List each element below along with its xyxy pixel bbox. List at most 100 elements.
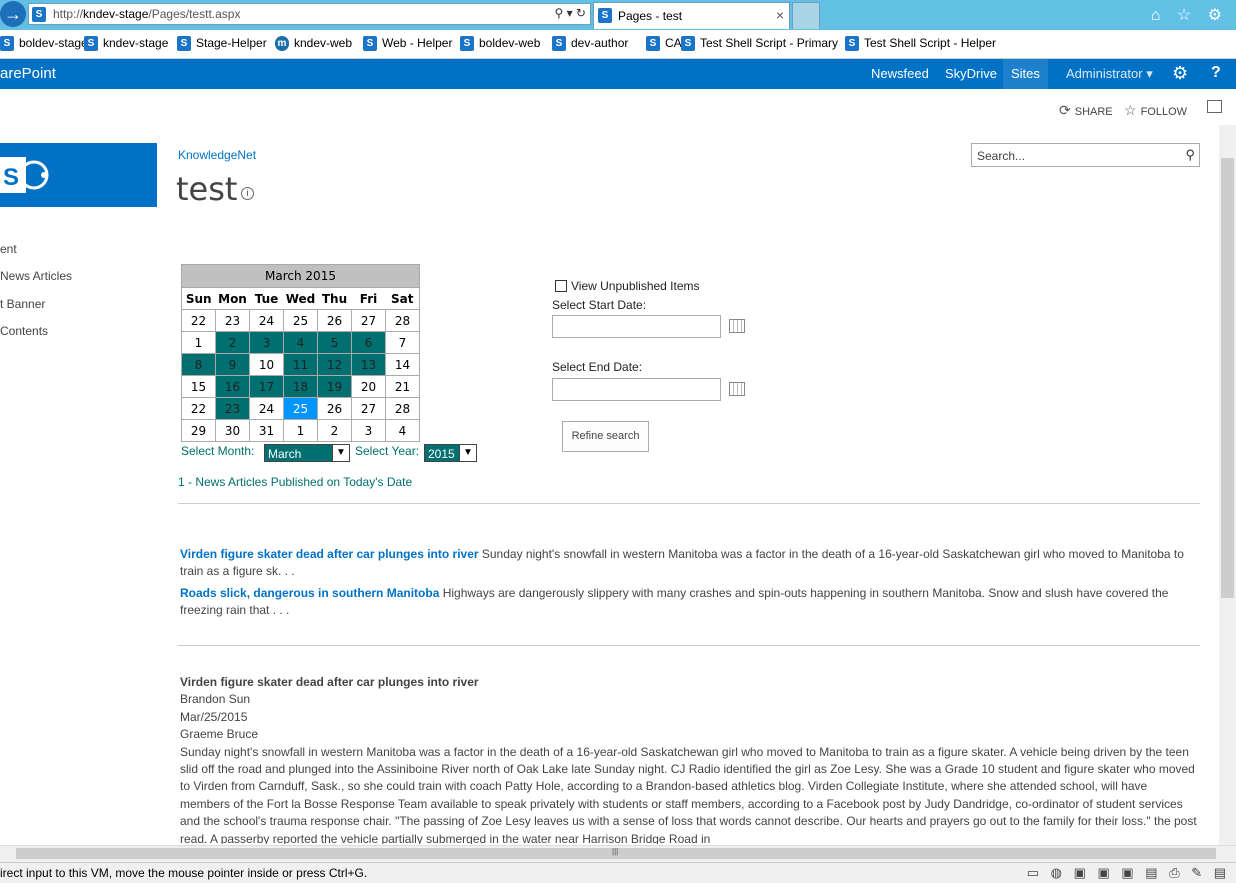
- calendar-icon[interactable]: [729, 319, 745, 333]
- month-select[interactable]: March ▼: [264, 444, 350, 462]
- calendar-day[interactable]: 10: [249, 353, 284, 376]
- quick-launch-item[interactable]: ent: [0, 242, 17, 256]
- breadcrumb[interactable]: KnowledgeNet: [178, 148, 256, 162]
- info-icon[interactable]: i: [241, 187, 254, 200]
- calendar-day[interactable]: 26: [317, 397, 352, 420]
- calendar-day[interactable]: 17: [249, 375, 284, 398]
- calendar-day[interactable]: 28: [385, 309, 420, 332]
- address-controls[interactable]: ⚲ ▾ ↻: [554, 6, 586, 20]
- quick-launch-item[interactable]: t Banner: [0, 297, 45, 311]
- refine-search-button[interactable]: Refine search: [562, 421, 649, 452]
- new-tab-button[interactable]: [792, 2, 820, 29]
- search-box[interactable]: Search... ⚲: [971, 143, 1200, 167]
- article-title-link[interactable]: Virden figure skater dead after car plun…: [180, 547, 479, 561]
- calendar-day[interactable]: 2: [215, 331, 250, 354]
- favorite-link[interactable]: Sdev-author: [552, 36, 628, 52]
- tray-icons[interactable]: ▭ ◍ ▣ ▣ ▣ ▤ ⎙ ✎ ▤: [1027, 865, 1230, 881]
- calendar-day[interactable]: 22: [181, 309, 216, 332]
- tab-pages-test[interactable]: S Pages - test ×: [593, 2, 790, 29]
- end-date-field[interactable]: [552, 378, 721, 401]
- suite-link-sites[interactable]: Sites: [1003, 59, 1048, 89]
- calendar-day[interactable]: 27: [351, 397, 386, 420]
- favorite-link[interactable]: S Test Shell Script - Primary: [681, 36, 838, 52]
- calendar-day[interactable]: 1: [181, 331, 216, 354]
- favorite-link[interactable]: S CA: [646, 36, 682, 52]
- web-favicon-icon: m: [275, 36, 289, 52]
- suite-link-newsfeed[interactable]: Newsfeed: [871, 66, 929, 81]
- browser-toolbar-icons[interactable]: ⌂ ☆ ⚙: [1151, 5, 1228, 25]
- tab-title: Pages - test: [618, 9, 683, 23]
- calendar-day[interactable]: 15: [181, 375, 216, 398]
- calendar-day[interactable]: 12: [317, 353, 352, 376]
- calendar-day[interactable]: 4: [385, 419, 420, 442]
- calendar-day[interactable]: 30: [215, 419, 250, 442]
- calendar-day[interactable]: 3: [249, 331, 284, 354]
- calendar-day[interactable]: 28: [385, 397, 420, 420]
- calendar-day[interactable]: 19: [317, 375, 352, 398]
- calendar-day[interactable]: 5: [317, 331, 352, 354]
- focus-content-icon[interactable]: [1207, 100, 1222, 113]
- article-title-link[interactable]: Roads slick, dangerous in southern Manit…: [180, 586, 439, 600]
- user-menu[interactable]: Administrator ▾: [1066, 66, 1153, 82]
- chevron-down-icon[interactable]: ▼: [332, 445, 349, 461]
- search-icon[interactable]: ⚲: [1185, 147, 1195, 163]
- gear-icon[interactable]: ⚙: [1172, 63, 1188, 84]
- favorite-link[interactable]: S Stage-Helper: [177, 36, 267, 52]
- follow-button[interactable]: ☆ FOLLOW: [1124, 102, 1187, 119]
- calendar-day[interactable]: 24: [249, 309, 284, 332]
- view-unpublished-checkbox[interactable]: [555, 280, 567, 292]
- back-arrow-icon[interactable]: →: [0, 1, 26, 27]
- favorite-link[interactable]: Skndev-stage: [84, 36, 168, 52]
- calendar-day[interactable]: 23: [215, 397, 250, 420]
- calendar-day[interactable]: 1: [283, 419, 318, 442]
- vertical-scrollbar[interactable]: [1219, 125, 1236, 845]
- address-bar[interactable]: S http://kndev-stage/Pages/testt.aspx ⚲ …: [28, 3, 591, 25]
- calendar-day[interactable]: 23: [215, 309, 250, 332]
- chevron-down-icon[interactable]: ▼: [459, 445, 476, 461]
- calendar-day[interactable]: 24: [249, 397, 284, 420]
- favorite-link[interactable]: Sboldev-web: [460, 36, 540, 52]
- news-today-link[interactable]: 1 - News Articles Published on Today's D…: [178, 475, 412, 489]
- address-url[interactable]: http://kndev-stage/Pages/testt.aspx: [53, 7, 240, 21]
- calendar-day[interactable]: 11: [283, 353, 318, 376]
- calendar-day[interactable]: 16: [215, 375, 250, 398]
- favorite-link[interactable]: m kndev-web: [275, 36, 352, 52]
- suite-brand[interactable]: arePoint: [0, 65, 56, 82]
- calendar-day[interactable]: 6: [351, 331, 386, 354]
- calendar-day[interactable]: 27: [351, 309, 386, 332]
- start-date-field[interactable]: [552, 315, 721, 338]
- close-icon[interactable]: ×: [776, 7, 784, 23]
- quick-launch-item[interactable]: News Articles: [0, 269, 72, 283]
- share-button[interactable]: ⟳ SHARE: [1059, 102, 1113, 119]
- calendar-day[interactable]: 3: [351, 419, 386, 442]
- calendar-day[interactable]: 20: [351, 375, 386, 398]
- calendar-day[interactable]: 22: [181, 397, 216, 420]
- search-input[interactable]: Search...: [977, 149, 1025, 163]
- calendar-day[interactable]: 2: [317, 419, 352, 442]
- favorite-link[interactable]: S Test Shell Script - Helper: [845, 36, 996, 52]
- suite-link-skydrive[interactable]: SkyDrive: [945, 66, 997, 81]
- calendar-day[interactable]: 29: [181, 419, 216, 442]
- favorite-link[interactable]: Sboldev-stage: [0, 36, 88, 52]
- quick-launch-item[interactable]: Contents: [0, 324, 48, 338]
- scroll-thumb[interactable]: [1221, 158, 1234, 598]
- calendar-icon[interactable]: [729, 382, 745, 396]
- calendar-day[interactable]: 7: [385, 331, 420, 354]
- horizontal-scrollbar[interactable]: |||: [0, 845, 1236, 862]
- calendar-day[interactable]: 14: [385, 353, 420, 376]
- calendar-day[interactable]: 18: [283, 375, 318, 398]
- calendar-day[interactable]: 25: [283, 309, 318, 332]
- calendar-day[interactable]: 4: [283, 331, 318, 354]
- help-icon[interactable]: ?: [1211, 64, 1221, 82]
- calendar-day-today[interactable]: 25: [283, 397, 318, 420]
- calendar-day[interactable]: 31: [249, 419, 284, 442]
- calendar-day[interactable]: 21: [385, 375, 420, 398]
- calendar-day[interactable]: 26: [317, 309, 352, 332]
- favorite-link[interactable]: S Web - Helper: [363, 36, 452, 52]
- sharepoint-favicon-icon: S: [177, 36, 191, 52]
- calendar-day[interactable]: 8: [181, 353, 216, 376]
- calendar-day[interactable]: 9: [215, 353, 250, 376]
- year-select[interactable]: 2015 ▼: [424, 444, 477, 462]
- site-logo[interactable]: S: [0, 143, 157, 207]
- calendar-day[interactable]: 13: [351, 353, 386, 376]
